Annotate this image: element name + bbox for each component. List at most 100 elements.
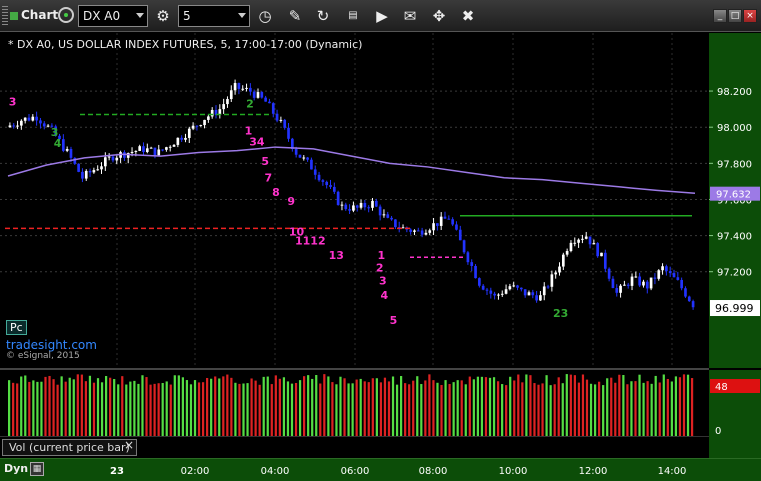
candle-body <box>62 139 65 151</box>
gear-icon[interactable]: ⚙ <box>152 5 174 27</box>
candle-body <box>478 278 481 286</box>
refresh-icon[interactable]: ↻ <box>312 5 334 27</box>
chevron-down-icon[interactable] <box>238 13 246 18</box>
candle-body <box>657 270 661 279</box>
volume-bar <box>593 384 597 436</box>
symbol-input[interactable]: DX A0 <box>78 5 148 27</box>
candle-body <box>298 154 302 158</box>
chart-toolbar: Chart DX A0 ⚙ 5 ◷ ✎ ↻ ▤ ▶ ✉ ✥ ✖ _ □ × <box>0 0 761 32</box>
volume-bar <box>573 375 576 436</box>
template-icon[interactable]: ✉ <box>399 5 421 27</box>
volume-bar <box>670 381 673 436</box>
volume-bar <box>379 382 383 436</box>
volume-bar <box>197 382 201 436</box>
play-icon[interactable]: ▶ <box>371 5 393 27</box>
price-pane[interactable]: 3 3 4 2 1 34 5 7 8 9 10 1112 13 1 2 3 4 5 23 * DX A0, US D… <box>0 33 709 368</box>
volume-bar <box>206 377 209 436</box>
price-chart[interactable]: 3342134578910111213 1234523 <box>0 33 709 368</box>
volume-bar <box>141 375 144 436</box>
candle-body <box>176 137 180 145</box>
volume-bar <box>157 383 160 436</box>
volume-bar <box>618 374 621 436</box>
candle-body <box>458 229 462 241</box>
volume-bar <box>460 380 463 436</box>
volume-bar <box>177 375 180 436</box>
price-scale-svg: 98.20098.00097.80097.60097.40097.20097.6… <box>709 87 760 317</box>
sequence-marker: 1112 <box>295 235 326 248</box>
close-icon[interactable]: × <box>124 438 134 452</box>
volume-bar <box>258 384 261 436</box>
volume-bar <box>416 376 419 436</box>
volume-pane[interactable] <box>0 370 709 436</box>
volume-bar <box>424 380 427 436</box>
tradesight-link[interactable]: tradesight.com <box>6 338 97 352</box>
pencil-icon[interactable]: ✎ <box>284 5 306 27</box>
candle-body <box>260 92 264 98</box>
options-icon[interactable]: ▤ <box>342 5 364 27</box>
time-tick-label: 08:00 <box>419 466 448 477</box>
volume-bar <box>367 382 370 436</box>
candle-body <box>607 268 611 279</box>
candle-body <box>665 266 668 272</box>
candle-body <box>283 119 287 128</box>
volume-bar <box>161 383 164 436</box>
candle-body <box>153 147 157 156</box>
candle-body <box>432 223 435 231</box>
minimize-icon[interactable]: _ <box>713 9 727 23</box>
candle-body <box>573 242 577 244</box>
chevron-down-icon[interactable] <box>136 13 144 18</box>
price-scale[interactable]: 98.200 98.000 97.800 97.600 97.400 97.200 97.6… <box>709 33 761 368</box>
volume-bar <box>440 385 443 436</box>
candle-body <box>500 293 504 295</box>
candle-body <box>340 204 344 206</box>
volume-bar <box>290 383 294 436</box>
candle-body <box>687 296 691 302</box>
candle-body <box>504 289 508 294</box>
candle-body <box>245 87 248 89</box>
volume-bar <box>149 384 152 436</box>
volume-bar <box>113 379 116 436</box>
candle-body <box>592 243 596 245</box>
volume-bar <box>391 376 395 436</box>
candle-body <box>489 290 493 294</box>
time-axis[interactable]: Dyn ▦ 23 02:00 04:00 06:00 08:00 10:00 12:00 14… <box>0 458 761 481</box>
candle-body <box>348 209 351 211</box>
connection-status-icon[interactable] <box>58 7 74 23</box>
close-icon[interactable]: × <box>743 9 757 23</box>
volume-bar <box>210 378 213 436</box>
volume-bar <box>189 384 193 436</box>
candle-body <box>271 103 275 114</box>
volume-bar <box>468 376 471 436</box>
candle-body <box>691 301 695 308</box>
volume-bar <box>117 384 120 436</box>
candle-body <box>130 151 134 154</box>
volume-bar <box>104 376 108 436</box>
volume-bar <box>565 374 568 436</box>
volume-bar <box>298 380 302 436</box>
candle-body <box>268 101 271 104</box>
candle-body <box>31 116 35 121</box>
volume-bar <box>234 382 237 436</box>
candle-body <box>508 286 512 290</box>
toolbar-grip[interactable] <box>2 6 8 26</box>
cursor-icon[interactable]: ✥ <box>428 5 450 27</box>
candle-body <box>527 292 531 296</box>
volume-bar <box>581 374 585 436</box>
candle-body <box>42 123 46 127</box>
candle-body <box>436 223 439 226</box>
volume-bar <box>226 374 229 436</box>
crosshair-icon[interactable]: ✖ <box>457 5 479 27</box>
volume-bar <box>395 384 399 436</box>
candle-body <box>642 281 645 286</box>
volume-bar <box>557 377 560 436</box>
maximize-icon[interactable]: □ <box>728 9 742 23</box>
pc-badge[interactable]: Pc <box>6 320 27 335</box>
candle-body <box>401 227 405 229</box>
volume-study-tab[interactable]: Vol (current price bar) <box>2 439 137 456</box>
clock-icon[interactable]: ◷ <box>254 5 276 27</box>
sequence-marker: 4 <box>54 137 62 150</box>
price-tick-label: 98.200 <box>717 87 752 98</box>
volume-bar <box>173 375 176 436</box>
candle-body <box>661 266 664 271</box>
interval-input[interactable]: 5 <box>178 5 250 27</box>
